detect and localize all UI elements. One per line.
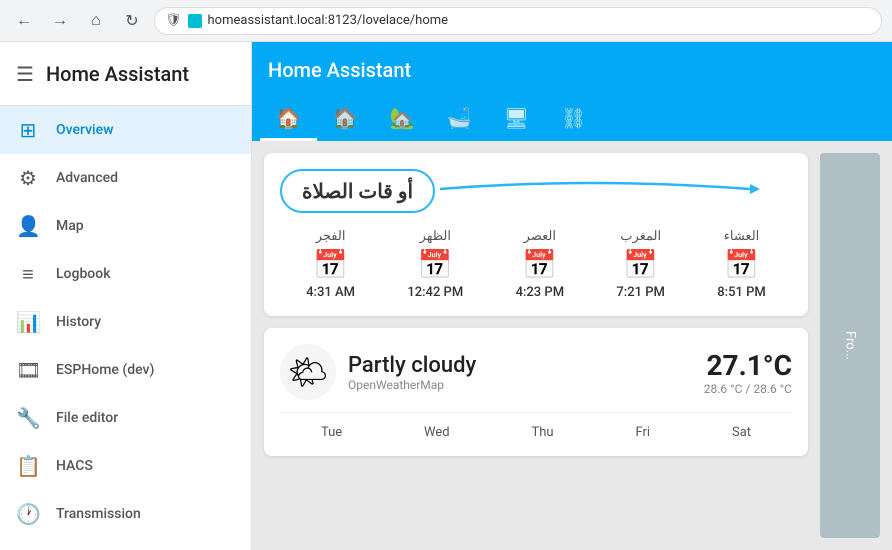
topbar-title: Home Assistant [268, 58, 876, 82]
sidebar-label-logbook: Logbook [56, 266, 111, 282]
prayer-time-val-isha: 8:51 PM [717, 285, 766, 300]
prayer-time-val-asr: 4:23 PM [516, 285, 565, 300]
home-icon: ⌂ [91, 12, 101, 30]
prayer-time-maghrib: المغرب 📅 7:21 PM [616, 229, 665, 300]
advanced-icon: ⚙ [16, 166, 40, 190]
sidebar-label-transmission: Transmission [56, 506, 141, 522]
sidebar-item-advanced[interactable]: ⚙ Advanced [0, 154, 251, 202]
weather-description: Partly cloudy [348, 353, 692, 378]
map-icon: 👤 [16, 214, 40, 238]
annotation-arrow [440, 177, 860, 207]
tab-star[interactable]: 🏠 [317, 98, 374, 141]
weather-temp-main: 27.1°C [704, 349, 792, 382]
prayer-time-val-fajr: 4:31 AM [306, 285, 355, 300]
weather-day-thu: Thu [532, 425, 554, 440]
sidebar-header: ☰ Home Assistant [0, 42, 251, 106]
sidebar-label-overview: Overview [56, 122, 113, 138]
back-icon: ← [16, 12, 32, 30]
logbook-icon: ≡ [16, 262, 40, 287]
sidebar-item-overview[interactable]: ⊞ Overview [0, 106, 251, 154]
prayer-time-fajr: الفجر 📅 4:31 AM [306, 229, 355, 300]
prayer-title-row: أو قات الصلاة [280, 169, 792, 213]
right-panel: Fro... [820, 153, 880, 538]
weather-day-tue: Tue [321, 425, 342, 440]
sidebar-item-history[interactable]: 📊 History [0, 298, 251, 346]
sidebar-label-esphome: ESPHome (dev) [56, 362, 154, 378]
weather-icon: 🌤 [280, 344, 336, 400]
tab-home[interactable]: 🏠 [260, 98, 317, 141]
weather-source: OpenWeatherMap [348, 378, 692, 392]
prayer-time-dhuhr: الظهر 📅 12:42 PM [407, 229, 463, 300]
tab-network[interactable]: ⛓ [545, 98, 602, 141]
sidebar-label-file-editor: File editor [56, 410, 118, 426]
prayer-name-fajr: الفجر [316, 229, 346, 244]
prayer-time-val-maghrib: 7:21 PM [616, 285, 665, 300]
history-icon: 📊 [16, 310, 40, 334]
tab-bar: 🏠 🏠 🏡 🛁 🖥 ⛓ [252, 98, 892, 141]
weather-days: Tue Wed Thu Fri Sat [280, 412, 792, 440]
menu-icon[interactable]: ☰ [16, 62, 34, 86]
weather-temp: 27.1°C 28.6 °C / 28.6 °C [704, 349, 792, 396]
weather-day-sat: Sat [732, 425, 751, 440]
sidebar-item-logbook[interactable]: ≡ Logbook [0, 250, 251, 298]
content-area: أو قات الصلاة الفجر 📅 4:31 AM [252, 141, 892, 550]
sidebar-item-hacs[interactable]: 📋 HACS [0, 442, 251, 490]
weather-top: 🌤 Partly cloudy OpenWeatherMap 27.1°C 28… [280, 344, 792, 400]
forward-button[interactable]: → [46, 7, 74, 35]
back-button[interactable]: ← [10, 7, 38, 35]
address-bar[interactable]: 🛡 homeassistant.local:8123/lovelace/home [154, 7, 882, 35]
weather-card: 🌤 Partly cloudy OpenWeatherMap 27.1°C 28… [264, 328, 808, 456]
tab-bath[interactable]: 🛁 [431, 98, 488, 141]
right-panel-text: Fro... [843, 331, 858, 360]
sidebar-label-history: History [56, 314, 101, 330]
prayer-time-isha: العشاء 📅 8:51 PM [717, 229, 766, 300]
prayer-times-grid: الفجر 📅 4:31 AM الظهر 📅 12:42 PM العصر 📅 [280, 229, 792, 300]
tab-monitor[interactable]: 🖥 [488, 98, 545, 141]
hacs-icon: 📋 [16, 454, 40, 478]
prayer-name-dhuhr: الظهر [420, 229, 451, 244]
prayer-times-card: أو قات الصلاة الفجر 📅 4:31 AM [264, 153, 808, 316]
prayer-time-val-dhuhr: 12:42 PM [407, 285, 463, 300]
sidebar: ☰ Home Assistant ⊞ Overview ⚙ Advanced 👤… [0, 42, 252, 550]
sidebar-item-transmission[interactable]: 🕐 Transmission [0, 490, 251, 538]
sidebar-label-hacs: HACS [56, 458, 93, 474]
file-editor-icon: 🔧 [16, 406, 40, 430]
weather-info: Partly cloudy OpenWeatherMap [348, 353, 692, 392]
prayer-icon-maghrib: 📅 [623, 248, 658, 281]
sidebar-title: Home Assistant [46, 62, 189, 86]
prayer-name-isha: العشاء [724, 229, 760, 244]
tab-house[interactable]: 🏡 [374, 98, 431, 141]
refresh-icon: ↻ [125, 11, 138, 31]
sidebar-label-advanced: Advanced [56, 170, 118, 186]
home-button[interactable]: ⌂ [82, 7, 110, 35]
forward-icon: → [52, 12, 68, 30]
prayer-name-asr: العصر [524, 229, 556, 244]
prayer-time-asr: العصر 📅 4:23 PM [516, 229, 565, 300]
url-text: homeassistant.local:8123/lovelace/home [208, 13, 449, 28]
refresh-button[interactable]: ↻ [118, 7, 146, 35]
browser-bar: ← → ⌂ ↻ 🛡 homeassistant.local:8123/lovel… [0, 0, 892, 42]
main-content: Home Assistant 🏠 🏠 🏡 🛁 🖥 ⛓ أو قات الصلاة [252, 42, 892, 550]
prayer-icon-fajr: 📅 [313, 248, 348, 281]
left-panel: أو قات الصلاة الفجر 📅 4:31 AM [264, 153, 808, 538]
shield-icon: 🛡 [165, 13, 182, 28]
sidebar-item-esphome[interactable]: 🎞 ESPHome (dev) [0, 346, 251, 394]
prayer-icon-dhuhr: 📅 [418, 248, 453, 281]
weather-day-fri: Fri [635, 425, 650, 440]
app-container: ☰ Home Assistant ⊞ Overview ⚙ Advanced 👤… [0, 42, 892, 550]
favicon [188, 14, 202, 28]
sidebar-item-file-editor[interactable]: 🔧 File editor [0, 394, 251, 442]
prayer-icon-asr: 📅 [522, 248, 557, 281]
esphome-icon: 🎞 [16, 358, 40, 382]
weather-temp-range: 28.6 °C / 28.6 °C [704, 382, 792, 396]
weather-day-wed: Wed [424, 425, 450, 440]
prayer-title-bubble: أو قات الصلاة [280, 169, 435, 213]
prayer-name-maghrib: المغرب [620, 229, 661, 244]
transmission-icon: 🕐 [16, 502, 40, 526]
prayer-icon-isha: 📅 [724, 248, 759, 281]
overview-icon: ⊞ [16, 118, 40, 142]
sidebar-item-map[interactable]: 👤 Map [0, 202, 251, 250]
sidebar-label-map: Map [56, 218, 84, 234]
top-bar: Home Assistant [252, 42, 892, 98]
